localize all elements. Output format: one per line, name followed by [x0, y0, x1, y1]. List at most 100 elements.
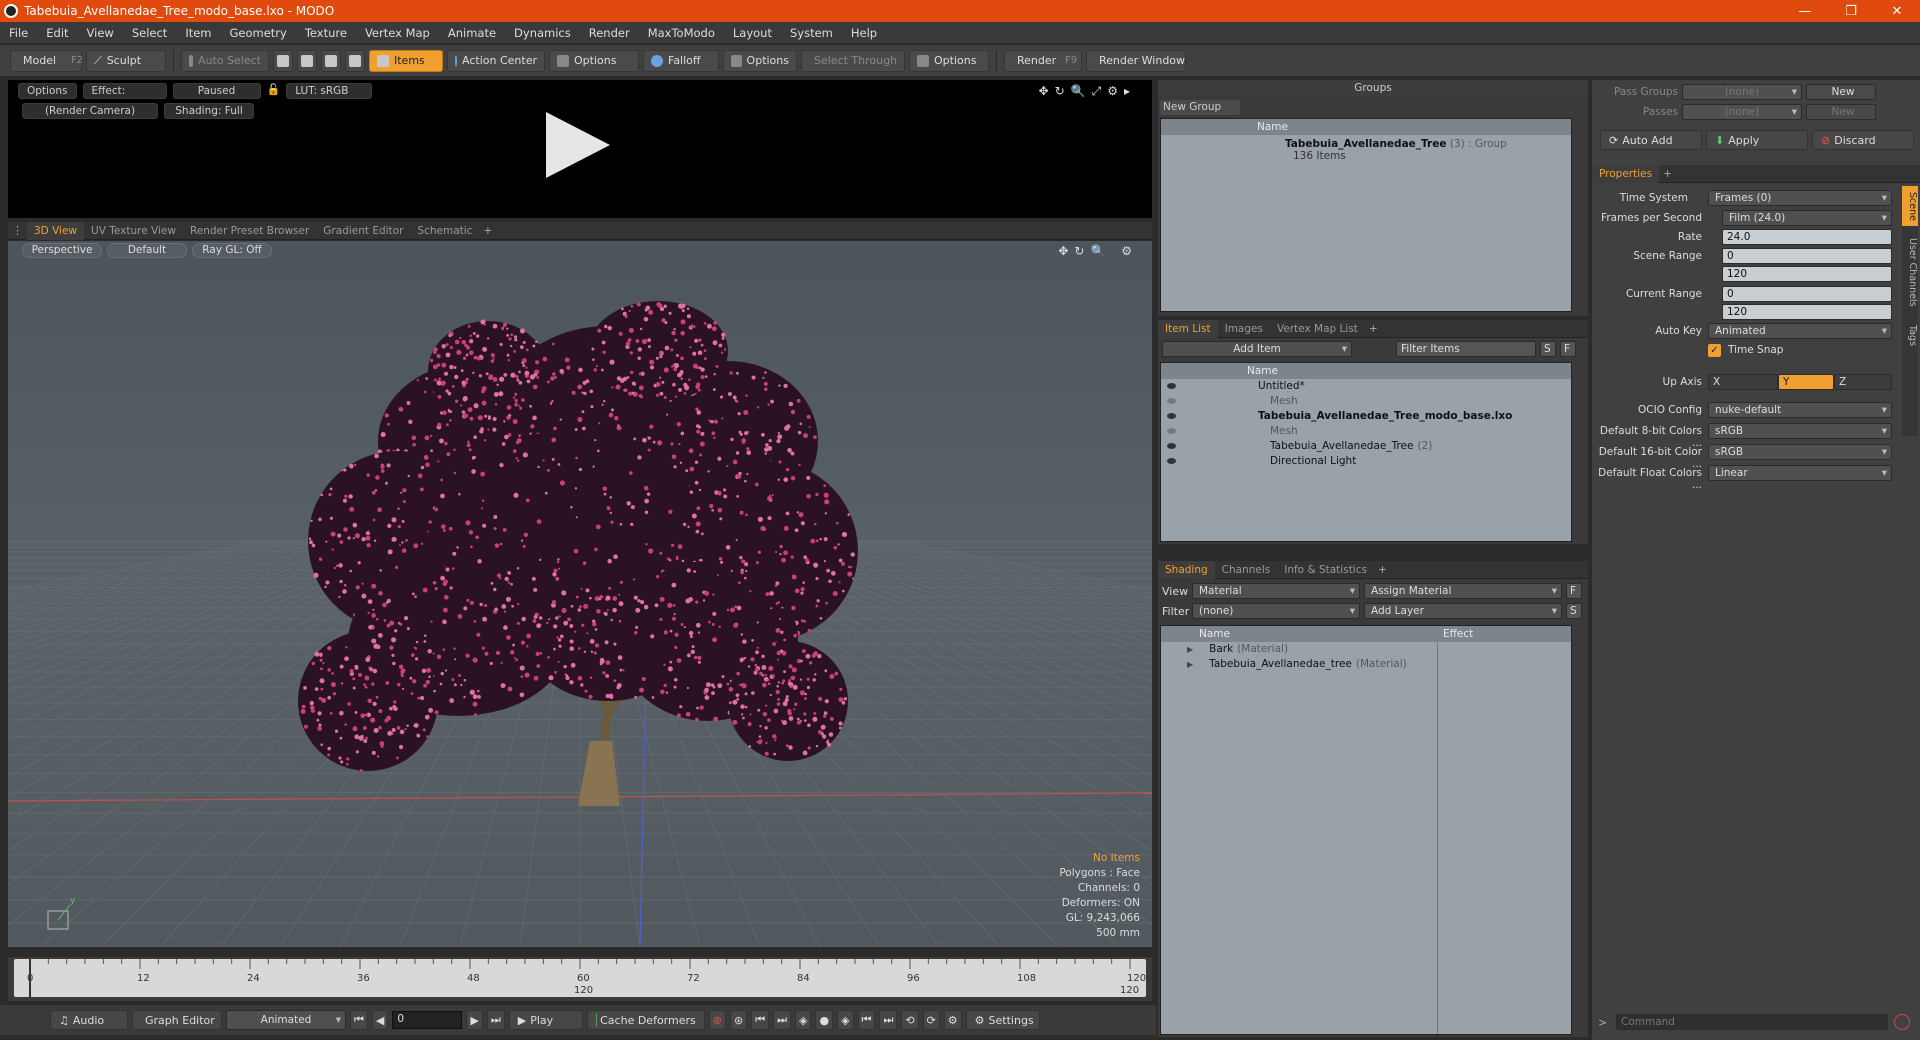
- assign-material-dropdown[interactable]: Assign Material: [1364, 583, 1562, 599]
- visibility-eye-icon[interactable]: [1167, 458, 1176, 464]
- go-start-button[interactable]: ⏮: [350, 1010, 368, 1030]
- filter-items-input[interactable]: Filter Items: [1396, 341, 1536, 357]
- shading-dropdown[interactable]: Shading: Full: [164, 103, 254, 119]
- tab-schematic[interactable]: Schematic: [410, 222, 479, 240]
- items-mode-button[interactable]: Items: [369, 49, 443, 72]
- range-end-button[interactable]: ⏭: [879, 1010, 898, 1030]
- prev-frame-button[interactable]: ◀: [371, 1010, 389, 1030]
- item-row[interactable]: Mesh: [1161, 394, 1571, 409]
- tab-gradient-editor[interactable]: Gradient Editor: [316, 222, 410, 240]
- menu-animate[interactable]: Animate: [439, 26, 505, 40]
- expand-arrow-icon[interactable]: ▶: [1187, 645, 1193, 654]
- shader-row[interactable]: ▶ Tabebuia_Avellanedae_tree (Material): [1161, 657, 1571, 672]
- preview-options-button[interactable]: Options: [18, 83, 77, 99]
- graph-editor-button[interactable]: Graph Editor: [132, 1010, 222, 1030]
- s-button[interactable]: S: [1540, 341, 1556, 357]
- animated-dropdown[interactable]: Animated: [226, 1010, 346, 1030]
- current-range-end[interactable]: 120: [1722, 304, 1892, 320]
- shader-row[interactable]: ▶ Bark (Material): [1161, 642, 1571, 657]
- preview-paused-button[interactable]: Paused: [172, 83, 261, 99]
- shader-tree[interactable]: Name Effect ▶ Bark (Material) ▶ Tabebuia_Ave…: [1160, 625, 1572, 1035]
- menu-view[interactable]: View: [78, 26, 123, 40]
- preview-effect-dropdown[interactable]: Effect: (Shadi...: [82, 83, 167, 99]
- item-row[interactable]: Tabebuia_Avellanedae_Tree (2): [1161, 439, 1571, 454]
- audio-button[interactable]: ♫ Audio: [50, 1010, 128, 1030]
- tab-properties[interactable]: Properties: [1592, 164, 1660, 183]
- render-window-button[interactable]: Render Window: [1086, 49, 1186, 72]
- add-layer-dropdown[interactable]: Add Layer: [1364, 603, 1562, 619]
- menu-file[interactable]: File: [0, 26, 37, 40]
- tab-shading[interactable]: Shading: [1158, 560, 1215, 579]
- item-row[interactable]: Untitled*: [1161, 379, 1571, 394]
- restore-button[interactable]: ❐: [1828, 4, 1874, 19]
- render-preview[interactable]: Options Effect: (Shadi... Paused 🔓 LUT: …: [8, 80, 1152, 218]
- model-mode-button[interactable]: Model F2: [10, 49, 83, 72]
- record-key-button[interactable]: ⊛: [708, 1010, 726, 1030]
- current-frame-input[interactable]: 0: [392, 1011, 463, 1029]
- side-tab-scene[interactable]: Scene: [1902, 186, 1918, 226]
- viewport-nav-icons[interactable]: ✥↻🔍 ⚙: [1058, 244, 1138, 258]
- render-button[interactable]: Render F9: [1004, 49, 1082, 72]
- menu-maxtomodo[interactable]: MaxToModo: [639, 26, 724, 40]
- current-range-start[interactable]: 0: [1722, 286, 1892, 302]
- view-dropdown[interactable]: Material: [1192, 583, 1360, 599]
- key-button[interactable]: ⊛: [729, 1010, 748, 1030]
- time-snap-checkbox[interactable]: ✓: [1708, 344, 1721, 357]
- tab-info-statistics[interactable]: Info & Statistics: [1277, 561, 1374, 579]
- loop-button[interactable]: ⟲: [901, 1010, 919, 1030]
- fps-dropdown[interactable]: Film (24.0): [1722, 210, 1892, 226]
- group-row[interactable]: Tabebuia_Avellanedae_Tree (3) : Group 13…: [1161, 135, 1571, 165]
- item-tree[interactable]: Name Untitled* Mesh Tabebuia_Avellanedae_T…: [1160, 362, 1572, 542]
- item-row[interactable]: Tabebuia_Avellanedae_Tree_modo_base.lxo: [1161, 409, 1571, 424]
- set-key-button[interactable]: ◈: [795, 1010, 812, 1030]
- expand-arrow-icon[interactable]: ▶: [1187, 660, 1193, 669]
- vertices-mode-button[interactable]: [273, 49, 293, 72]
- add-tab-button[interactable]: +: [479, 222, 496, 240]
- menu-dynamics[interactable]: Dynamics: [505, 26, 580, 40]
- tab-render-preset-browser[interactable]: Render Preset Browser: [183, 222, 316, 240]
- preview-nav-icons[interactable]: ✥↻🔍⤢⚙▸: [1039, 84, 1136, 99]
- visibility-eye-icon[interactable]: [1167, 398, 1176, 404]
- go-end-button[interactable]: ⏭: [486, 1010, 505, 1030]
- cache-deformers-button[interactable]: Cache Deformers: [586, 1010, 705, 1030]
- sculpt-mode-button[interactable]: ⟋ Sculpt: [86, 49, 166, 72]
- visibility-eye-icon[interactable]: [1167, 413, 1176, 419]
- falloff-button[interactable]: Falloff: [643, 49, 719, 72]
- tab-uv-texture-view[interactable]: UV Texture View: [84, 222, 183, 240]
- add-tab-button[interactable]: +: [1374, 561, 1391, 579]
- polygons-mode-button[interactable]: [321, 49, 341, 72]
- ray-gl-toggle[interactable]: Ray GL: Off: [192, 243, 272, 258]
- groups-list[interactable]: Name Tabebuia_Avellanedae_Tree (3) : Gro…: [1160, 118, 1572, 312]
- render-camera-dropdown[interactable]: (Render Camera): [22, 103, 158, 119]
- delete-key-button[interactable]: ●: [815, 1010, 834, 1030]
- new-group-button[interactable]: New Group: [1160, 100, 1240, 115]
- visibility-eye-icon[interactable]: [1167, 443, 1176, 449]
- f-button[interactable]: F: [1566, 583, 1582, 599]
- item-row[interactable]: Mesh: [1161, 424, 1571, 439]
- time-system-dropdown[interactable]: Frames (0): [1708, 190, 1892, 206]
- ocio-dropdown[interactable]: nuke-default: [1708, 402, 1892, 418]
- action-center-options-button[interactable]: Options: [549, 49, 639, 72]
- discard-button[interactable]: ⊘ Discard: [1812, 130, 1914, 150]
- f-button[interactable]: F: [1560, 341, 1576, 357]
- item-row[interactable]: Directional Light: [1161, 454, 1571, 469]
- select-through-button[interactable]: Select Through: [801, 49, 905, 72]
- auto-select-button[interactable]: Auto Select: [181, 49, 269, 72]
- add-item-dropdown[interactable]: Add Item: [1162, 341, 1352, 357]
- range-start-button[interactable]: ⏮: [857, 1010, 876, 1030]
- side-tab-user-channels[interactable]: User Channels: [1902, 230, 1918, 314]
- close-button[interactable]: ✕: [1874, 4, 1920, 19]
- tab-item-list[interactable]: Item List: [1158, 319, 1218, 338]
- add-tab-button[interactable]: +: [1365, 320, 1382, 338]
- add-tab-button[interactable]: +: [1659, 165, 1676, 183]
- menu-vertex-map[interactable]: Vertex Map: [356, 26, 439, 40]
- visibility-eye-icon[interactable]: [1167, 383, 1176, 389]
- tab-images[interactable]: Images: [1218, 320, 1270, 338]
- up-axis-y[interactable]: Y: [1778, 374, 1834, 390]
- timeline[interactable]: 01224364860728496108120120120: [8, 957, 1152, 1001]
- visibility-eye-icon[interactable]: [1167, 428, 1176, 434]
- default-style-dropdown[interactable]: Default: [107, 243, 187, 258]
- materials-mode-button[interactable]: [345, 49, 365, 72]
- next-key-button[interactable]: ⏭: [773, 1010, 791, 1030]
- auto-key-button[interactable]: ◈: [837, 1010, 854, 1030]
